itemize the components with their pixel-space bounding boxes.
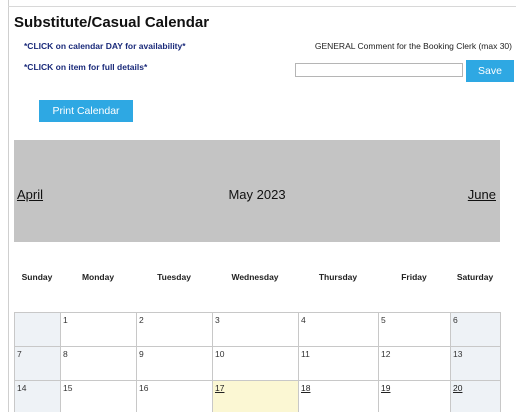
day-number: 16 — [139, 383, 149, 393]
calendar-grid: 1 2 3 4 5 6 7 8 9 10 11 12 13 14 15 16 17 18 19 20 — [14, 312, 501, 412]
day-number: 1 — [63, 315, 68, 325]
day-number: 15 — [63, 383, 73, 393]
dow-tuesday: Tuesday — [157, 272, 191, 282]
calendar-day-cell[interactable]: 5 — [378, 312, 451, 347]
calendar-header: April May 2023 June — [14, 140, 500, 242]
day-number: 4 — [301, 315, 306, 325]
calendar-day-cell[interactable]: 17 — [212, 380, 299, 412]
day-number: 6 — [453, 315, 458, 325]
day-number: 9 — [139, 349, 144, 359]
calendar-day-cell[interactable]: 20 — [450, 380, 501, 412]
day-number: 7 — [17, 349, 22, 359]
day-number: 10 — [215, 349, 225, 359]
day-number[interactable]: 19 — [381, 383, 390, 393]
dow-thursday: Thursday — [318, 272, 358, 282]
comment-input[interactable] — [295, 63, 463, 77]
calendar-day-cell[interactable]: 2 — [136, 312, 213, 347]
day-number[interactable]: 17 — [215, 383, 224, 393]
calendar-day-cell[interactable]: 19 — [378, 380, 451, 412]
dow-wednesday: Wednesday — [231, 272, 279, 282]
next-month-link[interactable]: June — [468, 187, 496, 202]
dow-monday: Monday — [81, 272, 115, 282]
calendar-day-cell[interactable]: 14 — [14, 380, 61, 412]
page-title: Substitute/Casual Calendar — [14, 14, 210, 31]
day-number: 13 — [453, 349, 463, 359]
calendar-day-cell[interactable]: 3 — [212, 312, 299, 347]
calendar-day-cell[interactable]: 7 — [14, 346, 61, 381]
instruction-day: *CLICK on calendar DAY for availability* — [24, 41, 186, 51]
calendar-day-cell[interactable]: 8 — [60, 346, 137, 381]
dow-sunday: Sunday — [21, 272, 53, 282]
day-number[interactable]: 18 — [301, 383, 310, 393]
save-button[interactable]: Save — [466, 60, 514, 82]
day-number: 5 — [381, 315, 386, 325]
calendar-day-cell[interactable]: 18 — [298, 380, 379, 412]
calendar-day-cell[interactable]: 13 — [450, 346, 501, 381]
dow-saturday: Saturday — [456, 272, 494, 282]
calendar-day-cell[interactable]: 1 — [60, 312, 137, 347]
page-border-left — [8, 0, 9, 412]
calendar-day-cell[interactable]: 12 — [378, 346, 451, 381]
day-number: 3 — [215, 315, 220, 325]
day-number: 14 — [17, 383, 27, 393]
calendar-day-cell[interactable]: 4 — [298, 312, 379, 347]
comment-label: GENERAL Comment for the Booking Clerk (m… — [314, 41, 512, 51]
instruction-item: *CLICK on item for full details* — [24, 62, 148, 72]
calendar-day-cell[interactable]: 16 — [136, 380, 213, 412]
calendar-empty-cell — [14, 312, 61, 347]
calendar-day-cell[interactable]: 11 — [298, 346, 379, 381]
day-number: 12 — [381, 349, 391, 359]
page-border-top — [8, 6, 516, 7]
day-number: 11 — [301, 349, 310, 359]
calendar-day-cell[interactable]: 10 — [212, 346, 299, 381]
print-calendar-button[interactable]: Print Calendar — [39, 100, 133, 122]
day-number: 2 — [139, 315, 144, 325]
day-number[interactable]: 20 — [453, 383, 462, 393]
calendar-day-cell[interactable]: 9 — [136, 346, 213, 381]
dow-friday: Friday — [401, 272, 427, 282]
month-title: May 2023 — [228, 187, 286, 202]
calendar-day-cell[interactable]: 15 — [60, 380, 137, 412]
days-of-week-row: Sunday Monday Tuesday Wednesday Thursday Frid… — [14, 242, 500, 312]
calendar-day-cell[interactable]: 6 — [450, 312, 501, 347]
day-number: 8 — [63, 349, 68, 359]
